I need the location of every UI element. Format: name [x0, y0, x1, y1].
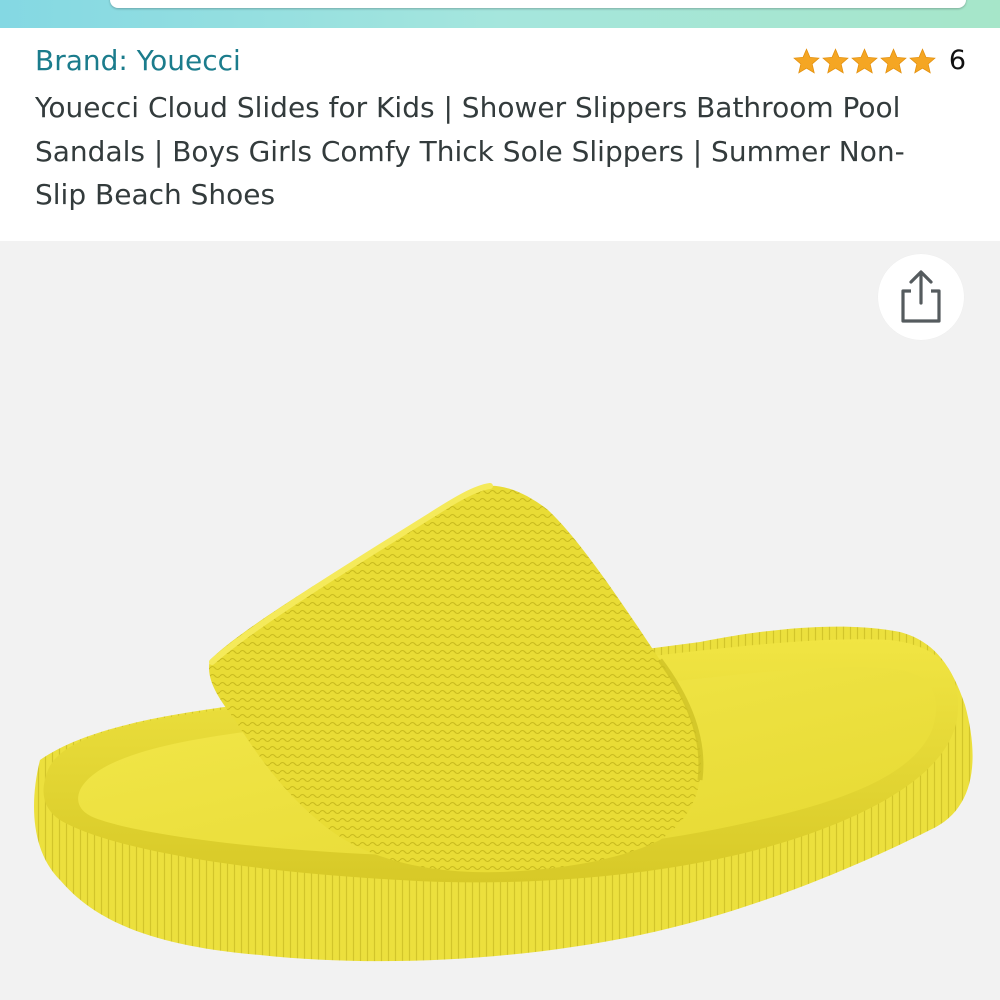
product-page: Brand: Youecci 6 Youecci Cloud Slides fo…: [0, 0, 1000, 1000]
share-icon: [901, 270, 941, 323]
rating-count: 6: [948, 45, 966, 76]
rating-summary[interactable]: 6: [792, 44, 966, 78]
star-rating: [792, 47, 937, 76]
star-icon: [908, 47, 936, 74]
star-icon: [850, 47, 878, 74]
star-icon: [792, 47, 820, 74]
product-title: Youecci Cloud Slides for Kids | Shower S…: [35, 91, 905, 211]
star-icon: [821, 47, 849, 74]
product-image[interactable]: [0, 241, 1000, 1000]
search-header: [0, 0, 1000, 28]
star-icon: [879, 47, 907, 74]
search-input[interactable]: [110, 0, 966, 8]
share-button[interactable]: [878, 254, 964, 340]
brand-link[interactable]: Brand: Youecci: [35, 44, 241, 78]
